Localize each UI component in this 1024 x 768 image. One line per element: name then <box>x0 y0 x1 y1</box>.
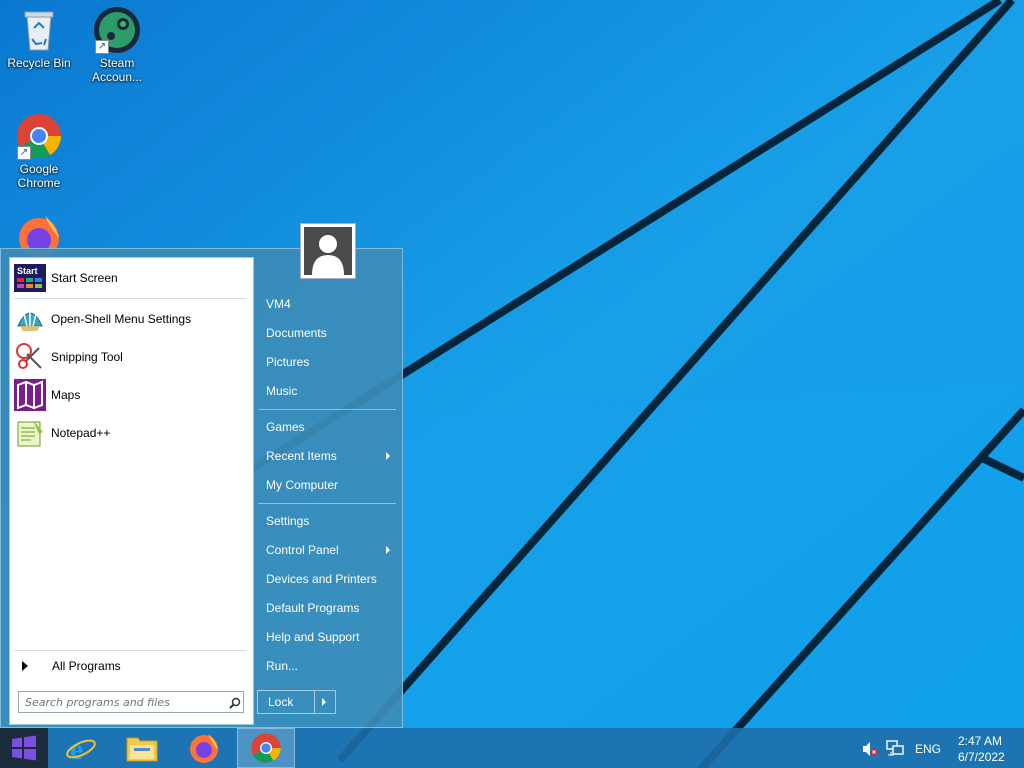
program-label: Maps <box>51 388 81 402</box>
start-item-settings[interactable]: Settings <box>258 508 398 534</box>
lock-button[interactable]: Lock <box>257 690 336 714</box>
start-item-label: Run... <box>266 659 299 673</box>
start-item-label: Default Programs <box>266 601 360 615</box>
program-start-screen[interactable]: Start Start Screen <box>14 261 250 295</box>
windows-logo-icon <box>12 735 36 761</box>
start-item-devices-printers[interactable]: Devices and Printers <box>258 566 398 592</box>
desktop-icon-recycle-bin[interactable]: Recycle Bin <box>0 6 78 70</box>
open-shell-icon <box>14 303 46 335</box>
all-programs-button[interactable]: All Programs <box>14 656 250 676</box>
start-item-my-computer[interactable]: My Computer <box>258 472 398 498</box>
shortcut-arrow-icon: ↗ <box>17 146 31 160</box>
program-label: Snipping Tool <box>51 350 123 364</box>
program-open-shell-settings[interactable]: Open-Shell Menu Settings <box>14 302 250 336</box>
start-item-label: Devices and Printers <box>266 572 377 586</box>
start-item-recent-items[interactable]: Recent Items <box>258 443 398 469</box>
desktop-icon-steam[interactable]: ↗ Steam Accoun... <box>78 6 156 84</box>
program-snipping-tool[interactable]: Snipping Tool <box>14 340 250 374</box>
start-item-label: Control Panel <box>266 543 339 557</box>
start-item-label: VM4 <box>266 297 291 311</box>
start-item-label: Documents <box>266 326 327 340</box>
right-column-separator <box>258 409 396 410</box>
start-item-label: Help and Support <box>266 630 360 644</box>
taskbar: e ENG 2:47 AM 6/7/2022 <box>0 728 1024 768</box>
program-label: Notepad++ <box>51 426 111 440</box>
clock-time[interactable]: 2:47 AM <box>958 734 1002 748</box>
start-item-run[interactable]: Run... <box>258 653 398 679</box>
firefox-icon <box>190 734 218 763</box>
notepadpp-icon <box>14 417 46 449</box>
start-item-music[interactable]: Music <box>258 378 398 404</box>
programs-separator <box>14 298 246 299</box>
file-explorer-icon <box>126 737 158 762</box>
start-item-label: Recent Items <box>266 449 337 463</box>
start-item-pictures[interactable]: Pictures <box>258 349 398 375</box>
taskbar-app-chrome[interactable] <box>237 728 295 768</box>
start-item-label: Games <box>266 420 305 434</box>
search-icon[interactable] <box>229 697 241 709</box>
submenu-arrow-icon <box>386 452 390 460</box>
desktop-icon-label: Steam Accoun... <box>91 56 143 84</box>
start-menu-programs-pane: Start Start Screen Open-Shell Menu Setti… <box>9 257 254 725</box>
taskbar-app-firefox[interactable] <box>175 728 233 768</box>
chrome-icon: ↗ <box>15 112 63 160</box>
lock-label: Lock <box>268 695 294 709</box>
program-notepadpp[interactable]: Notepad++ <box>14 416 250 450</box>
shortcut-arrow-icon: ↗ <box>95 40 109 54</box>
all-programs-label: All Programs <box>52 659 121 673</box>
language-indicator[interactable]: ENG <box>915 742 941 756</box>
desktop-icon-label: Recycle Bin <box>7 56 71 70</box>
submenu-arrow-icon <box>386 546 390 554</box>
start-item-label: Music <box>266 384 298 398</box>
snipping-tool-icon <box>14 341 46 373</box>
start-item-help-support[interactable]: Help and Support <box>258 624 398 650</box>
all-programs-separator <box>14 650 246 651</box>
clock-date[interactable]: 6/7/2022 <box>958 750 1005 764</box>
start-item-label: Settings <box>266 514 310 528</box>
steam-icon: ↗ <box>93 6 141 54</box>
user-silhouette-icon <box>304 227 352 275</box>
chrome-icon <box>251 733 281 763</box>
desktop-icon-chrome[interactable]: ↗ Google Chrome <box>0 112 78 190</box>
search-input[interactable] <box>18 691 244 713</box>
volume-muted-icon[interactable] <box>862 741 878 757</box>
internet-explorer-icon: e <box>66 733 96 764</box>
start-screen-icon-text: Start <box>17 266 38 276</box>
program-label: Start Screen <box>51 271 118 285</box>
user-avatar[interactable] <box>300 223 356 279</box>
taskbar-app-file-explorer[interactable] <box>113 728 171 768</box>
start-screen-icon: Start <box>14 262 46 294</box>
start-item-default-programs[interactable]: Default Programs <box>258 595 398 621</box>
start-item-documents[interactable]: Documents <box>258 320 398 346</box>
shutdown-options-arrow[interactable] <box>314 691 335 713</box>
program-label: Open-Shell Menu Settings <box>51 312 192 326</box>
recycle-bin-icon <box>15 6 63 54</box>
start-item-control-panel[interactable]: Control Panel <box>258 537 398 563</box>
start-item-label: Pictures <box>266 355 310 369</box>
start-item-games[interactable]: Games <box>258 414 398 440</box>
desktop-icon-label: Google Chrome <box>17 162 61 190</box>
start-item-user-folder[interactable]: VM4 <box>258 291 398 317</box>
maps-icon <box>14 379 46 411</box>
taskbar-app-internet-explorer[interactable]: e <box>52 728 110 768</box>
network-icon[interactable] <box>886 740 904 756</box>
start-item-label: My Computer <box>266 478 339 492</box>
program-maps[interactable]: Maps <box>14 378 250 412</box>
right-column-separator <box>258 503 396 504</box>
start-button[interactable] <box>0 728 48 768</box>
expand-arrow-icon <box>22 661 28 671</box>
